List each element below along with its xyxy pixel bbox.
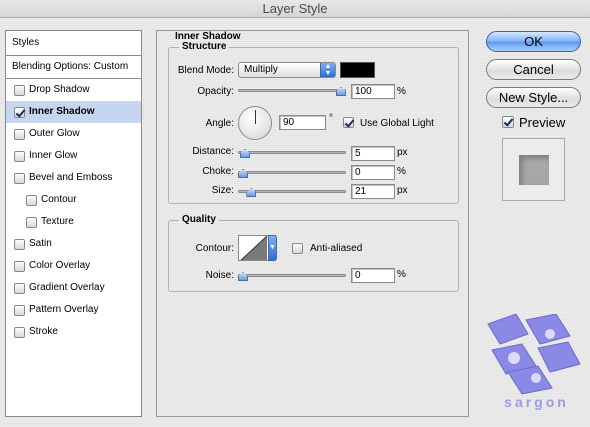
blending-options-item[interactable]: Blending Options: Custom <box>6 56 141 79</box>
use-global-light-checkbox[interactable] <box>343 117 354 128</box>
anti-aliased-label: Anti-aliased <box>310 243 363 254</box>
style-item-gradient-overlay[interactable]: Gradient Overlay <box>6 277 141 299</box>
angle-dial[interactable] <box>238 106 272 140</box>
style-item-label: Gradient Overlay <box>29 282 105 293</box>
contour-dropdown-arrow-icon[interactable]: ▼ <box>268 235 277 261</box>
blend-mode-value: Multiply <box>244 64 278 75</box>
distance-unit: px <box>397 147 408 158</box>
new-style-button[interactable]: New Style... <box>486 87 581 108</box>
opacity-slider[interactable] <box>238 89 346 92</box>
opacity-unit: % <box>397 86 406 97</box>
choke-slider[interactable] <box>238 171 346 174</box>
distance-slider[interactable] <box>238 151 346 154</box>
styles-header[interactable]: Styles <box>6 31 141 56</box>
structure-title: Structure <box>179 41 230 52</box>
noise-unit: % <box>397 269 406 280</box>
choke-unit: % <box>397 166 406 177</box>
style-item-checkbox[interactable] <box>14 326 25 338</box>
style-item-outer-glow[interactable]: Outer Glow <box>6 123 141 145</box>
style-item-label: Drop Shadow <box>29 84 90 95</box>
up-down-arrows-icon: ▲ ▼ <box>320 63 335 77</box>
size-input[interactable]: 21 <box>351 184 395 199</box>
style-item-label: Inner Glow <box>29 150 78 161</box>
style-item-checkbox[interactable] <box>14 304 25 316</box>
style-item-label: Contour <box>41 194 77 205</box>
style-preview-thumbnail <box>502 138 565 201</box>
style-item-checkbox[interactable] <box>14 150 25 162</box>
ok-button[interactable]: OK <box>486 31 581 52</box>
style-item-label: Stroke <box>29 326 58 337</box>
style-item-checkbox[interactable] <box>26 194 37 206</box>
angle-input[interactable]: 90 <box>279 115 326 130</box>
use-global-light-label: Use Global Light <box>360 118 434 129</box>
style-item-label: Texture <box>41 216 74 227</box>
preview-label: Preview <box>519 115 566 130</box>
preview-checkbox[interactable] <box>502 116 514 128</box>
styles-list-panel: Styles Blending Options: Custom Drop Sha… <box>5 30 142 417</box>
shadow-color-swatch[interactable] <box>340 62 375 78</box>
style-item-label: Color Overlay <box>29 260 91 271</box>
noise-input[interactable]: 0 <box>351 268 395 283</box>
noise-label: Noise: <box>205 270 234 281</box>
style-item-satin[interactable]: Satin <box>6 233 141 255</box>
style-item-stroke[interactable]: Stroke <box>6 321 141 343</box>
style-item-checkbox[interactable] <box>14 172 25 184</box>
style-item-inner-glow[interactable]: Inner Glow <box>6 145 141 167</box>
style-item-bevel-and-emboss[interactable]: Bevel and Emboss <box>6 167 141 189</box>
style-item-checkbox[interactable] <box>14 260 25 272</box>
preview-swatch <box>519 155 549 185</box>
style-item-checkbox[interactable] <box>14 128 25 140</box>
style-item-label: Inner Shadow <box>29 106 95 117</box>
style-item-inner-shadow[interactable]: Inner Shadow <box>6 101 141 123</box>
noise-slider[interactable] <box>238 274 346 277</box>
style-item-color-overlay[interactable]: Color Overlay <box>6 255 141 277</box>
angle-needle-icon <box>255 110 256 124</box>
style-item-label: Outer Glow <box>29 128 80 139</box>
style-item-checkbox[interactable] <box>26 216 37 228</box>
blend-mode-select[interactable]: Multiply ▲ ▼ <box>238 62 336 78</box>
style-item-label: Pattern Overlay <box>29 304 99 315</box>
distance-input[interactable]: 5 <box>351 146 395 161</box>
style-item-label: Satin <box>29 238 52 249</box>
window-title-bar: Layer Style <box>0 0 590 18</box>
quality-group: Quality <box>168 214 459 292</box>
blend-mode-label: Blend Mode: <box>177 65 234 76</box>
size-unit: px <box>397 185 408 196</box>
logo-text: sargon <box>504 394 569 410</box>
opacity-label: Opacity: <box>197 86 234 97</box>
style-item-checkbox[interactable] <box>14 106 25 118</box>
cancel-button[interactable]: Cancel <box>486 59 581 80</box>
style-item-texture[interactable]: Texture <box>6 211 141 233</box>
style-item-checkbox[interactable] <box>14 238 25 250</box>
angle-unit: ° <box>329 113 333 124</box>
angle-label: Angle: <box>205 118 234 129</box>
opacity-input[interactable]: 100 <box>351 84 395 99</box>
window-title: Layer Style <box>262 1 328 16</box>
style-item-label: Bevel and Emboss <box>29 172 113 183</box>
contour-label: Contour: <box>195 243 234 254</box>
style-item-drop-shadow[interactable]: Drop Shadow <box>6 79 141 101</box>
anti-aliased-checkbox[interactable] <box>292 243 303 254</box>
style-item-checkbox[interactable] <box>14 84 25 96</box>
size-label: Size: <box>211 185 234 196</box>
choke-input[interactable]: 0 <box>351 165 395 180</box>
style-item-contour[interactable]: Contour <box>6 189 141 211</box>
style-item-checkbox[interactable] <box>14 282 25 294</box>
quality-title: Quality <box>179 214 219 225</box>
choke-label: Choke: <box>202 166 234 177</box>
style-item-pattern-overlay[interactable]: Pattern Overlay <box>6 299 141 321</box>
distance-label: Distance: <box>192 146 234 157</box>
